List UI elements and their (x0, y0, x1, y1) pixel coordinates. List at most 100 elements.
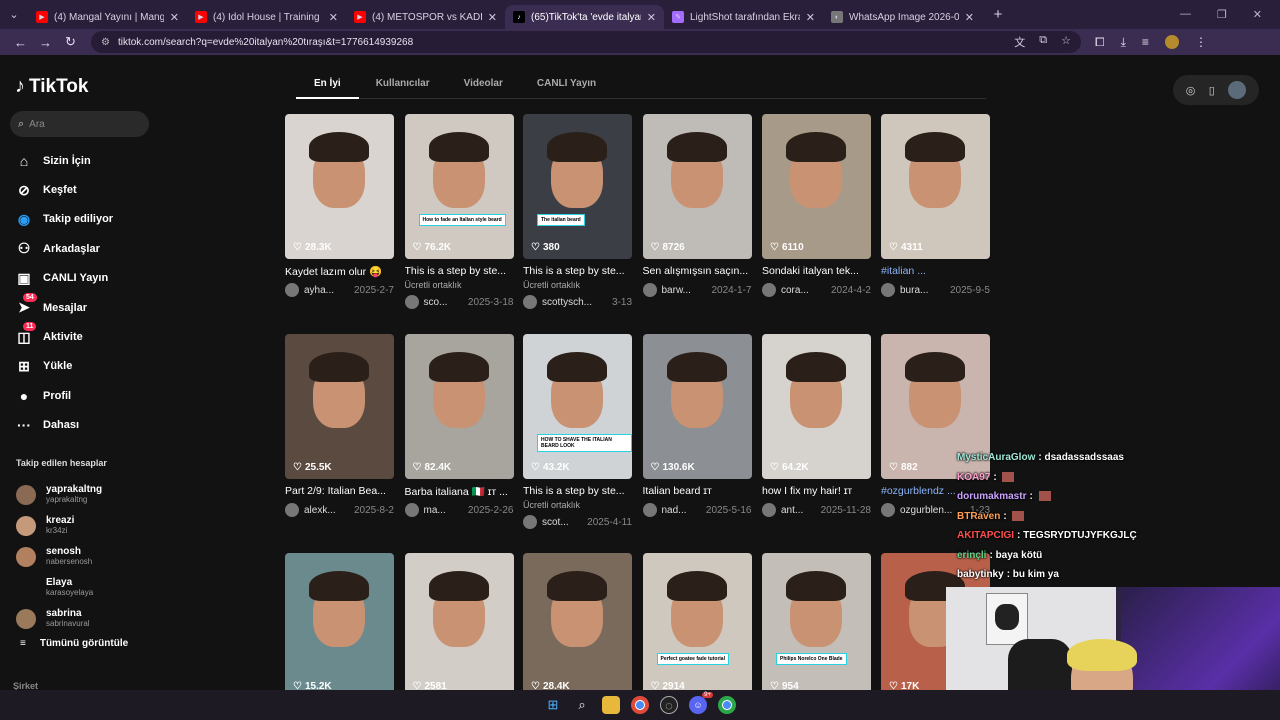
browser-menu-icon[interactable]: ⋮ (1195, 35, 1207, 49)
sidebar-item[interactable]: ··· Dahası (15, 411, 113, 440)
following-account[interactable]: sabrina sabrinavural (16, 603, 102, 634)
install-app-icon[interactable]: ⧉ (1039, 34, 1047, 50)
device-icon[interactable]: ▯ (1209, 84, 1215, 97)
reading-list-icon[interactable]: ≡ (1142, 35, 1149, 49)
see-all-button[interactable]: ≡ Tümünü görüntüle (20, 638, 128, 649)
video-thumbnail[interactable]: ♡ 6110 (762, 114, 871, 259)
following-account[interactable]: yaprakaltng yaprakaltng (16, 479, 102, 510)
author-avatar[interactable] (404, 295, 419, 309)
downloads-icon[interactable]: ⤓ (1121, 35, 1126, 50)
video-card[interactable]: HOW TO SHAVE THE ITALIAN BEARD LOOK ♡ 43.2… (523, 334, 632, 529)
video-card[interactable]: ♡ 4311 #italian ... bura... 2025-9-5 (881, 114, 990, 297)
obs-icon[interactable]: ◌ (660, 696, 678, 714)
author-name[interactable]: ant... (781, 505, 803, 516)
search-tab[interactable]: Kullanıcılar (359, 73, 447, 99)
author-avatar[interactable] (642, 283, 657, 297)
author-name[interactable]: scottysch... (542, 297, 592, 308)
video-thumbnail[interactable]: Perfect goatee fade tutorial ♡ 2914 (642, 553, 752, 690)
author-name[interactable]: ayha... (304, 285, 334, 296)
chrome-icon[interactable] (631, 696, 649, 714)
video-caption[interactable]: Italian beard ɪᴛ (643, 485, 752, 498)
video-caption[interactable]: Barba italiana 🇮🇹 ɪᴛ ... (405, 485, 514, 498)
video-card[interactable]: The italian beard ♡ 380 This is a step by s… (523, 114, 632, 309)
new-tab-button[interactable]: + (986, 6, 1010, 23)
file-explorer-icon[interactable] (602, 696, 620, 714)
search-tab[interactable]: Videolar (447, 73, 520, 99)
tab-close-icon[interactable]: ✕ (329, 11, 338, 24)
user-avatar[interactable] (1228, 81, 1247, 99)
video-thumbnail[interactable]: ♡ 28.3K (285, 114, 394, 259)
sidebar-item[interactable]: ⚇ Arkadaşlar (15, 234, 113, 263)
sidebar-item[interactable]: ● Profil (15, 381, 113, 410)
author-name[interactable]: barw... (662, 285, 691, 296)
video-caption[interactable]: This is a step by ste... (523, 265, 632, 278)
video-caption[interactable]: Part 2/9: Italian Bea... (285, 485, 394, 498)
author-avatar[interactable] (642, 503, 657, 517)
windows-start-icon[interactable]: ⊞ (544, 696, 562, 714)
video-thumbnail[interactable]: ♡ 15.2K (285, 553, 394, 690)
tab-close-icon[interactable]: ✕ (647, 11, 656, 24)
sidebar-item[interactable]: ⊞ Yükle (15, 352, 113, 381)
video-caption[interactable]: Sen alışmışsın saçın... (643, 265, 752, 278)
video-thumbnail[interactable]: ♡ 8726 (642, 114, 752, 259)
back-icon[interactable]: ← (8, 35, 33, 50)
video-thumbnail[interactable]: HOW TO SHAVE THE ITALIAN BEARD LOOK ♡ 43.2… (523, 334, 632, 479)
video-caption[interactable]: This is a step by ste... (405, 265, 514, 278)
video-thumbnail[interactable]: ♡ 4311 (881, 114, 990, 259)
browser-tab[interactable]: ▶ (4) Mangal Yayını | Mangal ve T... ✕ (28, 5, 187, 29)
video-card[interactable]: ♡ 82.4K Barba italiana 🇮🇹 ɪᴛ ... ma... 2025-… (404, 334, 514, 517)
author-name[interactable]: nad... (662, 505, 687, 516)
close-window-icon[interactable]: ✕ (1253, 8, 1262, 21)
video-card[interactable]: ♡ 28.3K Kaydet lazım olur 😝 ayha... 2025-2-7 (285, 114, 394, 297)
company-link[interactable]: Şirket (13, 681, 38, 690)
video-card[interactable]: ♡ 28.4K (523, 553, 632, 690)
video-caption[interactable]: how I fix my hair! ɪᴛ (762, 485, 871, 498)
following-account[interactable]: kreazi kr34zi (16, 510, 102, 541)
video-card[interactable]: ♡ 15.2K (285, 553, 394, 690)
reload-icon[interactable]: ↻ (58, 34, 83, 50)
sidebar-item[interactable]: ◫ 11 Aktivite (15, 322, 113, 351)
bookmark-star-icon[interactable]: ☆ (1061, 34, 1071, 50)
search-taskbar-icon[interactable]: ⌕ (573, 696, 591, 714)
video-thumbnail[interactable]: ♡ 82.4K (404, 334, 514, 479)
search-tab[interactable]: CANLI Yayın (520, 73, 613, 99)
site-info-icon[interactable]: ⚙ (101, 37, 110, 48)
minimize-icon[interactable]: — (1180, 8, 1191, 21)
author-avatar[interactable] (285, 283, 299, 297)
tab-close-icon[interactable]: ✕ (488, 11, 497, 24)
translate-icon[interactable]: 文 (1014, 34, 1025, 50)
video-card[interactable]: ♡ 6110 Sondaki italyan tek... cora... 2024-4… (762, 114, 871, 297)
coins-icon[interactable]: ◎ (1186, 84, 1196, 97)
forward-icon[interactable]: → (33, 35, 58, 50)
following-account[interactable]: Elaya karasoyelaya (16, 572, 102, 603)
sidebar-item[interactable]: ⌂ Sizin İçin (15, 146, 113, 175)
author-name[interactable]: sco... (424, 297, 448, 308)
author-avatar[interactable] (762, 283, 776, 297)
discord-icon[interactable]: ☺ 9+ (689, 692, 713, 714)
author-avatar[interactable] (881, 283, 895, 297)
video-card[interactable]: ♡ 25.5K Part 2/9: Italian Bea... alexk... 20… (285, 334, 394, 517)
browser-tab[interactable]: ▶ (4) METOSPOR vs KADIM FUTB... ✕ (346, 5, 505, 29)
author-name[interactable]: bura... (900, 285, 928, 296)
video-thumbnail[interactable]: The italian beard ♡ 380 (523, 114, 632, 259)
video-card[interactable]: ♡ 130.6K Italian beard ɪᴛ nad... 2025-5-16 (642, 334, 752, 517)
sidebar-item[interactable]: ◉ Takip ediliyor (15, 205, 113, 234)
sidebar-item[interactable]: ➤ 54 Mesajlar (15, 292, 113, 322)
author-avatar[interactable] (404, 503, 419, 517)
tab-close-icon[interactable]: ✕ (170, 11, 179, 24)
author-avatar[interactable] (523, 295, 537, 309)
video-card[interactable]: Perfect goatee fade tutorial ♡ 2914 (642, 553, 752, 690)
author-name[interactable]: ma... (424, 505, 446, 516)
search-input[interactable]: ⌕ Ara (10, 111, 149, 137)
author-avatar[interactable] (881, 503, 895, 517)
sidebar-item[interactable]: ⊘ Keşfet (15, 175, 113, 204)
video-thumbnail[interactable]: ♡ 2581 (404, 553, 514, 690)
browser-profile-avatar[interactable] (1164, 35, 1179, 49)
author-avatar[interactable] (285, 503, 299, 517)
browser-tab[interactable]: ✎ LightShot tarafından Ekran Görü... ✕ (664, 5, 823, 29)
maximize-icon[interactable]: ❐ (1217, 8, 1227, 21)
video-caption[interactable]: This is a step by ste... (523, 485, 632, 498)
video-caption[interactable]: Sondaki italyan tek... (762, 265, 871, 278)
video-card[interactable]: How to fade an Italian style beard ♡ 76.2K… (404, 114, 514, 309)
video-card[interactable]: ♡ 64.2K how I fix my hair! ɪᴛ ant... 2025-11… (762, 334, 871, 517)
